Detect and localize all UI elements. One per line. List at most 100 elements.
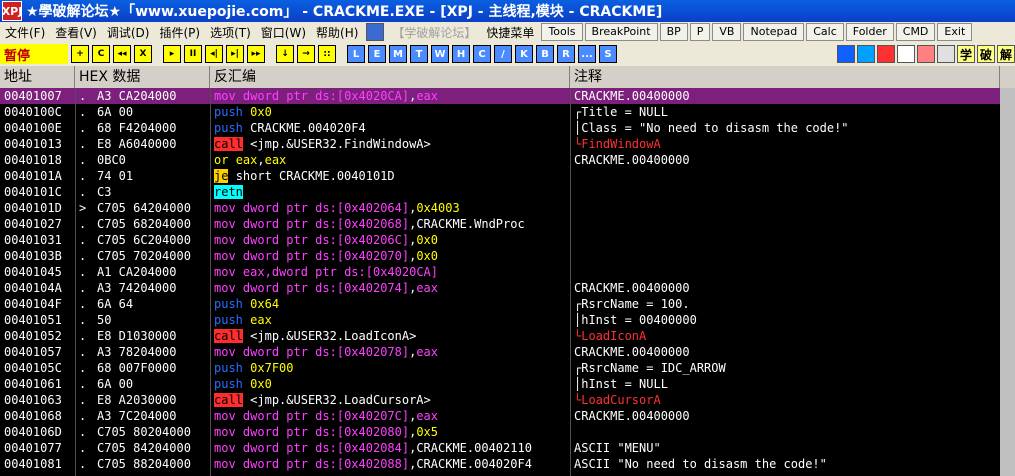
plugin-icon[interactable] bbox=[366, 23, 385, 41]
row-comment: CRACKME.00400000 bbox=[570, 88, 1015, 104]
operand: dword ptr ds:[0x402074] bbox=[242, 281, 410, 295]
disasm-row[interactable]: 00401061. 6A 00 push 0x0 │hInst = NULL bbox=[0, 376, 1015, 392]
toolbar-button[interactable]: ▸| bbox=[226, 45, 244, 63]
col-comment[interactable]: 注释 bbox=[570, 66, 1000, 88]
menu-item[interactable]: Exit bbox=[937, 23, 973, 41]
row-hex: C705 64204000 bbox=[97, 201, 191, 215]
toolbar-button[interactable]: ▸ bbox=[163, 45, 181, 63]
vertical-scrollbar[interactable] bbox=[1000, 88, 1015, 476]
disasm-row[interactable]: 00401063. E8 A2030000 call <jmp.&USER32.Lo… bbox=[0, 392, 1015, 408]
window-button[interactable]: T bbox=[410, 45, 428, 63]
window-button[interactable]: M bbox=[389, 45, 407, 63]
toolbar-button[interactable]: + bbox=[71, 45, 89, 63]
toolbar-text-button[interactable]: 学 bbox=[957, 45, 975, 63]
menu-item[interactable]: Notepad bbox=[743, 23, 805, 41]
toolbar-icon[interactable] bbox=[877, 45, 895, 63]
menu-item[interactable]: Tools bbox=[541, 23, 583, 41]
operand: CRACKME.004020F4 bbox=[416, 457, 532, 471]
window-button[interactable]: E bbox=[368, 45, 386, 63]
toolbar-icon[interactable] bbox=[917, 45, 935, 63]
toolbar-button[interactable]: X bbox=[134, 45, 152, 63]
disasm-row[interactable]: 0040101C. C3 retn bbox=[0, 184, 1015, 200]
window-button[interactable]: H bbox=[452, 45, 470, 63]
toolbar-icon[interactable] bbox=[857, 45, 875, 63]
window-button[interactable]: K bbox=[515, 45, 533, 63]
window-button[interactable]: / bbox=[494, 45, 512, 63]
toolbar-button[interactable]: ↓ bbox=[276, 45, 294, 63]
menu-item[interactable]: 【学破解论坛】 bbox=[387, 24, 481, 41]
disasm-row[interactable]: 0040101A. 74 01 je short CRACKME.0040101D bbox=[0, 168, 1015, 184]
operand: eax bbox=[416, 89, 439, 103]
operand: CRACKME.WndProc bbox=[416, 217, 525, 231]
row-hex: C705 88204000 bbox=[97, 457, 191, 471]
menu-item[interactable]: 快捷菜单 bbox=[481, 24, 539, 41]
toolbar-button[interactable]: II bbox=[184, 45, 202, 63]
disasm-row[interactable]: 00401081. C705 88204000 mov dword ptr ds:[… bbox=[0, 456, 1015, 472]
menu-item[interactable]: 窗口(W) bbox=[256, 24, 311, 41]
toolbar-button[interactable]: ◂| bbox=[205, 45, 223, 63]
col-hex[interactable]: HEX 数据 bbox=[75, 66, 210, 88]
window-button[interactable]: C bbox=[473, 45, 491, 63]
disasm-row[interactable]: 00401013. E8 A6040000 call <jmp.&USER32.Fi… bbox=[0, 136, 1015, 152]
row-marker: . bbox=[79, 425, 87, 439]
menu-item[interactable]: P bbox=[689, 23, 711, 41]
toolbar-icon[interactable] bbox=[837, 45, 855, 63]
menu-item[interactable]: 插件(P) bbox=[154, 24, 205, 41]
row-marker: . bbox=[79, 297, 87, 311]
toolbar-button[interactable]: → bbox=[297, 45, 315, 63]
toolbar-text-button[interactable]: 破 bbox=[977, 45, 995, 63]
disasm-row[interactable]: 00401007. A3 CA204000 mov dword ptr ds:[0x… bbox=[0, 88, 1015, 104]
disasm-row[interactable]: 0040105C. 68 007F0000 push 0x7F00 ┌RsrcName… bbox=[0, 360, 1015, 376]
toolbar-icon[interactable] bbox=[937, 45, 955, 63]
toolbar-button[interactable]: :: bbox=[318, 45, 336, 63]
toolbar-button[interactable]: ▸▸ bbox=[247, 45, 265, 63]
row-hex: 0BC0 bbox=[97, 153, 126, 167]
disasm-row[interactable]: 0040101D > C705 64204000 mov dword ptr ds:[… bbox=[0, 200, 1015, 216]
menu-item[interactable]: 查看(V) bbox=[50, 24, 102, 41]
menu-item[interactable]: Calc bbox=[806, 23, 844, 41]
disasm-row[interactable]: 0040103B. C705 70204000 mov dword ptr ds:[… bbox=[0, 248, 1015, 264]
menu-item[interactable]: BP bbox=[659, 23, 688, 41]
window-button[interactable]: W bbox=[431, 45, 449, 63]
disasm-row[interactable]: 00401045. A1 CA204000 mov eax,dword ptr ds… bbox=[0, 264, 1015, 280]
col-address[interactable]: 地址 bbox=[0, 66, 75, 88]
window-button[interactable]: S bbox=[599, 45, 617, 63]
comment-text: │hInst = 00400000 bbox=[574, 313, 697, 327]
disasm-row[interactable]: 00401018. 0BC0 or eax,eax CRACKME.00400000 bbox=[0, 152, 1015, 168]
disasm-row[interactable]: 00401052. E8 D1030000 call <jmp.&USER32.Lo… bbox=[0, 328, 1015, 344]
row-marker: . bbox=[79, 89, 87, 103]
disasm-row[interactable]: 00401051. 50 push eax │hInst = 00400000 bbox=[0, 312, 1015, 328]
disasm-grid[interactable]: 00401007. A3 CA204000 mov dword ptr ds:[0x… bbox=[0, 88, 1015, 476]
menu-item[interactable]: 调试(D) bbox=[102, 24, 155, 41]
toolbar-button[interactable]: C bbox=[92, 45, 110, 63]
menu-item[interactable]: Folder bbox=[845, 23, 894, 41]
toolbar-button[interactable]: ◂◂ bbox=[113, 45, 131, 63]
row-comment: ┌Title = NULL bbox=[570, 104, 1015, 120]
disasm-row[interactable]: 00401068. A3 7C204000 mov dword ptr ds:[0x… bbox=[0, 408, 1015, 424]
disasm-row[interactable]: 0040104A. A3 74204000 mov dword ptr ds:[0x… bbox=[0, 280, 1015, 296]
menu-item[interactable]: VB bbox=[712, 23, 742, 41]
disasm-row[interactable]: 0040100C. 6A 00 push 0x0 ┌Title = NULL bbox=[0, 104, 1015, 120]
window-button[interactable]: L bbox=[347, 45, 365, 63]
menu-item[interactable]: 文件(F) bbox=[0, 24, 50, 41]
row-hex: 6A 00 bbox=[97, 377, 134, 391]
disasm-row[interactable]: 0040100E. 68 F4204000 push CRACKME.004020F… bbox=[0, 120, 1015, 136]
window-button[interactable]: ... bbox=[578, 45, 596, 63]
toolbar-icon[interactable] bbox=[897, 45, 915, 63]
disasm-row[interactable]: 0040104F. 6A 64 push 0x64 ┌RsrcName = 100. bbox=[0, 296, 1015, 312]
menu-item[interactable]: 选项(T) bbox=[205, 24, 256, 41]
disasm-row[interactable]: 00401077. C705 84204000 mov dword ptr ds:[… bbox=[0, 440, 1015, 456]
menu-item[interactable]: BreakPoint bbox=[584, 23, 658, 41]
disasm-row[interactable]: 0040106D. C705 80204000 mov dword ptr ds:[… bbox=[0, 424, 1015, 440]
disasm-row[interactable]: 00401031. C705 6C204000 mov dword ptr ds:[… bbox=[0, 232, 1015, 248]
toolbar-text-button[interactable]: 解 bbox=[997, 45, 1015, 63]
disasm-row[interactable]: 00401057. A3 78204000 mov dword ptr ds:[0x… bbox=[0, 344, 1015, 360]
row-marker: . bbox=[79, 217, 87, 231]
window-button[interactable]: B bbox=[536, 45, 554, 63]
window-button[interactable]: R bbox=[557, 45, 575, 63]
row-address: 00401068 bbox=[0, 408, 75, 424]
menu-item[interactable]: 帮助(H) bbox=[311, 24, 363, 41]
menu-item[interactable]: CMD bbox=[895, 23, 936, 41]
disasm-row[interactable]: 00401027. C705 68204000 mov dword ptr ds:[… bbox=[0, 216, 1015, 232]
col-disasm[interactable]: 反汇编 bbox=[210, 66, 570, 88]
